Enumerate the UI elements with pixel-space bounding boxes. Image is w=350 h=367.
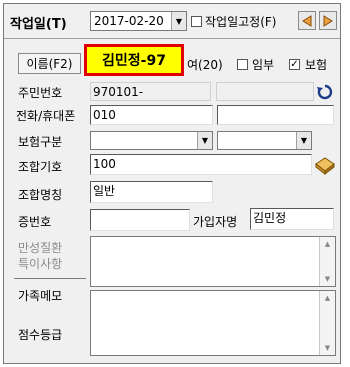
phone-label: 전화/휴대폰 bbox=[16, 109, 76, 123]
chronic-notes-label: 만성질환 특이사항 bbox=[18, 240, 62, 272]
work-date-picker[interactable]: 2017-02-20 ▼ bbox=[90, 11, 187, 31]
pregnant-checkbox[interactable] bbox=[237, 59, 248, 70]
refresh-icon[interactable] bbox=[316, 83, 334, 101]
cert-no-field[interactable] bbox=[90, 209, 190, 231]
chronic-label-line2: 특이사항 bbox=[18, 257, 63, 271]
resident-no-label: 주민번호 bbox=[18, 86, 63, 100]
gender-age-label: 여(20) bbox=[187, 58, 223, 72]
name-lookup-button[interactable]: 이름(F2) bbox=[18, 53, 81, 74]
scroll-up-icon[interactable]: ▲ bbox=[320, 237, 335, 251]
union-code-field[interactable]: 100 bbox=[90, 154, 312, 175]
union-name-label: 조합명칭 bbox=[18, 188, 63, 202]
chevron-down-icon[interactable]: ▼ bbox=[197, 132, 212, 149]
scroll-up-icon[interactable]: ▲ bbox=[320, 291, 335, 305]
resident-no-value: 970101- bbox=[93, 85, 144, 99]
score-grade-label: 점수등급 bbox=[18, 328, 63, 342]
phone-value: 010 bbox=[93, 108, 116, 122]
resident-no-suffix-field[interactable] bbox=[216, 82, 314, 101]
chronic-label-line1: 만성질환 bbox=[18, 241, 63, 255]
insurance-type-select[interactable]: ▼ bbox=[90, 131, 213, 150]
subscriber-field[interactable]: 김민정 bbox=[250, 208, 334, 230]
phone-field[interactable]: 010 bbox=[90, 105, 213, 125]
scroll-down-icon[interactable]: ▼ bbox=[320, 272, 335, 286]
patient-name: 김민정-97 bbox=[87, 47, 181, 73]
patient-panel: 작업일(T) 2017-02-20 ▼ 작업일고정(F) 이름(F2) 김민정-… bbox=[3, 3, 341, 364]
union-name-value: 일반 bbox=[93, 184, 116, 198]
scrollbar[interactable]: ▲ ▼ bbox=[319, 237, 335, 286]
pregnant-label: 임부 bbox=[252, 58, 275, 72]
arrow-left-icon bbox=[302, 14, 312, 27]
name-button-label: 이름(F2) bbox=[26, 57, 73, 71]
scrollbar[interactable]: ▲ ▼ bbox=[319, 291, 335, 355]
family-memo-label: 가족메모 bbox=[18, 289, 63, 303]
resident-no-field[interactable]: 970101- bbox=[90, 82, 211, 101]
chevron-down-icon[interactable]: ▼ bbox=[171, 12, 186, 30]
chronic-notes-textarea[interactable]: ▲ ▼ bbox=[90, 236, 336, 287]
cert-no-label: 증번호 bbox=[18, 215, 52, 229]
scroll-down-icon[interactable]: ▼ bbox=[320, 341, 335, 355]
union-code-value: 100 bbox=[93, 157, 116, 171]
work-date-label: 작업일(T) bbox=[10, 17, 67, 32]
insurance-checkbox[interactable]: ✓ bbox=[289, 59, 300, 70]
divider bbox=[14, 278, 86, 279]
insurance-label: 보험 bbox=[305, 58, 328, 72]
next-arrow-button[interactable] bbox=[319, 11, 337, 30]
fix-date-checkbox[interactable] bbox=[191, 16, 202, 27]
family-memo-textarea[interactable]: ▲ ▼ bbox=[90, 290, 336, 356]
union-code-label: 조합기호 bbox=[18, 160, 63, 174]
subscriber-label: 가입자명 bbox=[193, 215, 238, 229]
prev-arrow-button[interactable] bbox=[298, 11, 316, 30]
mobile-field[interactable] bbox=[217, 105, 334, 125]
insurance-type-label: 보험구분 bbox=[18, 135, 63, 149]
name-highlight: 김민정-97 bbox=[84, 44, 184, 76]
divider bbox=[4, 38, 340, 39]
arrow-right-icon bbox=[323, 14, 333, 27]
fix-date-label: 작업일고정(F) bbox=[205, 15, 277, 29]
insurance-subtype-select[interactable]: ▼ bbox=[217, 131, 312, 150]
union-name-field[interactable]: 일반 bbox=[90, 181, 213, 203]
subscriber-value: 김민정 bbox=[253, 211, 287, 225]
work-date-value: 2017-02-20 bbox=[94, 14, 164, 28]
lookup-icon[interactable] bbox=[313, 154, 337, 176]
chevron-down-icon[interactable]: ▼ bbox=[296, 132, 311, 149]
